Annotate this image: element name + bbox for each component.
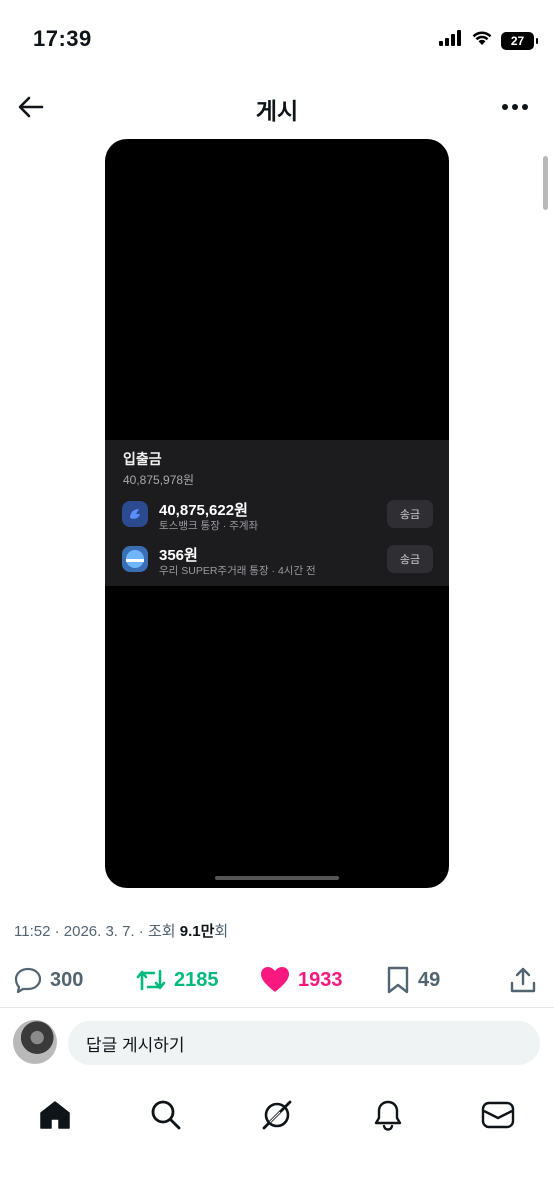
reply-button[interactable]: 300 — [14, 960, 83, 1000]
nav-search[interactable] — [146, 1095, 186, 1135]
bookmark-count: 49 — [418, 968, 441, 991]
more-options-button[interactable] — [498, 90, 532, 124]
repost-button[interactable]: 2185 — [136, 960, 219, 1000]
woori-bank-icon — [122, 546, 148, 572]
grok-icon — [262, 1100, 292, 1130]
page-title: 게시 — [255, 98, 299, 124]
nav-messages[interactable] — [478, 1095, 518, 1135]
account-row: 356원 우리 SUPER주거래 통장 · 4시간 전 송금 — [121, 544, 433, 580]
bookmark-icon — [387, 966, 409, 994]
divider — [0, 1007, 554, 1008]
toss-bank-icon — [122, 501, 148, 527]
reply-input[interactable]: 답글 게시하기 — [68, 1021, 540, 1065]
scrollbar[interactable] — [543, 156, 548, 210]
bottom-nav — [0, 1085, 554, 1145]
wifi-icon — [471, 30, 493, 51]
bank-balance-panel: 입출금 40,875,978원 40,875,622원 토스뱅크 통장 · 주계… — [105, 440, 449, 586]
home-icon — [40, 1101, 70, 1129]
post-actions: 300 2185 1933 49 — [0, 960, 554, 1000]
send-button: 송금 — [387, 545, 433, 573]
nav-grok[interactable] — [257, 1095, 297, 1135]
status-bar: 17:39 27 — [0, 0, 554, 80]
account-amount: 40,875,622원 — [159, 502, 248, 519]
account-row: 40,875,622원 토스뱅크 통장 · 주계좌 송금 — [121, 499, 433, 535]
view-suffix: 회 — [214, 923, 229, 940]
account-subtitle: 토스뱅크 통장 · 주계좌 — [159, 520, 259, 532]
like-count: 1933 — [298, 968, 343, 991]
repost-icon — [136, 969, 166, 991]
like-button[interactable]: 1933 — [260, 960, 343, 1000]
heart-filled-icon — [261, 967, 289, 992]
avatar[interactable] — [13, 1020, 57, 1064]
repost-count: 2185 — [174, 968, 219, 991]
notifications-icon — [374, 1100, 402, 1131]
reply-count: 300 — [50, 968, 84, 991]
status-icons: 27 — [439, 30, 538, 51]
reply-icon — [14, 967, 42, 993]
send-button: 송금 — [387, 500, 433, 528]
battery-icon: 27 — [501, 31, 538, 50]
nav-home[interactable] — [35, 1095, 75, 1135]
signal-icon — [439, 30, 463, 51]
panel-title: 입출금 — [123, 451, 162, 467]
panel-total: 40,875,978원 — [123, 473, 195, 487]
account-subtitle: 우리 SUPER주거래 통장 · 4시간 전 — [159, 565, 316, 577]
home-indicator — [215, 876, 339, 880]
messages-icon — [481, 1101, 515, 1129]
post-timestamp: 11:52 · 2026. 3. 7. · 조회 — [14, 923, 180, 940]
post-header: 게시 — [0, 80, 554, 134]
more-horizontal-icon — [502, 104, 528, 110]
account-amount: 356원 — [159, 547, 198, 564]
view-count[interactable]: 9.1만 — [180, 923, 215, 940]
share-icon — [510, 967, 536, 993]
bookmark-button[interactable]: 49 — [386, 960, 440, 1000]
post-meta: 11:52 · 2026. 3. 7. · 조회 9.1만회 — [14, 920, 228, 941]
share-button[interactable] — [510, 960, 536, 1000]
status-time: 17:39 — [33, 26, 92, 51]
post-image[interactable]: 입출금 40,875,978원 40,875,622원 토스뱅크 통장 · 주계… — [105, 139, 449, 888]
search-icon — [151, 1100, 181, 1130]
nav-notifications[interactable] — [368, 1095, 408, 1135]
